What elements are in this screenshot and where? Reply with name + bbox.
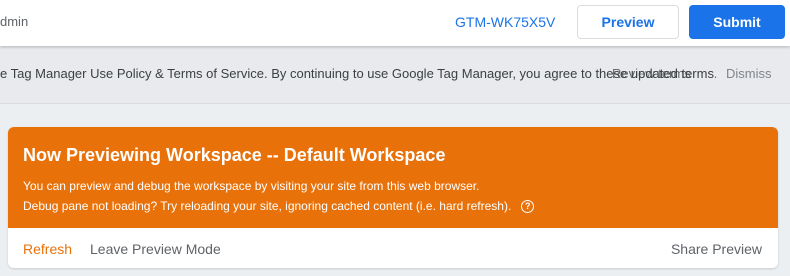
admin-tab-label[interactable]: dmin: [0, 14, 28, 29]
debug-hint-text: Debug pane not loading? Try reloading yo…: [23, 199, 512, 213]
leave-preview-button[interactable]: Leave Preview Mode: [90, 241, 221, 257]
container-id-link[interactable]: GTM-WK75X5V: [455, 14, 555, 30]
preview-description: You can preview and debug the workspace …: [23, 179, 480, 193]
top-header: dmin GTM-WK75X5V Preview Submit: [0, 0, 790, 46]
help-icon[interactable]: ?: [521, 199, 535, 213]
share-preview-button[interactable]: Share Preview: [671, 241, 762, 257]
preview-button[interactable]: Preview: [577, 5, 679, 39]
submit-button[interactable]: Submit: [689, 5, 785, 39]
dismiss-button[interactable]: Dismiss: [726, 66, 772, 81]
debug-hint: Debug pane not loading? Try reloading yo…: [23, 199, 535, 213]
terms-notice-text: e Tag Manager Use Policy & Terms of Serv…: [0, 66, 716, 81]
preview-mode-card: Now Previewing Workspace -- Default Work…: [8, 127, 778, 268]
preview-banner: Now Previewing Workspace -- Default Work…: [8, 127, 778, 228]
preview-card-actions: Refresh Leave Preview Mode Share Preview: [8, 228, 778, 268]
review-terms-link[interactable]: Review terms: [612, 66, 691, 81]
preview-title: Now Previewing Workspace -- Default Work…: [23, 145, 446, 165]
refresh-button[interactable]: Refresh: [23, 241, 72, 257]
terms-notification-bar: e Tag Manager Use Policy & Terms of Serv…: [0, 47, 790, 104]
